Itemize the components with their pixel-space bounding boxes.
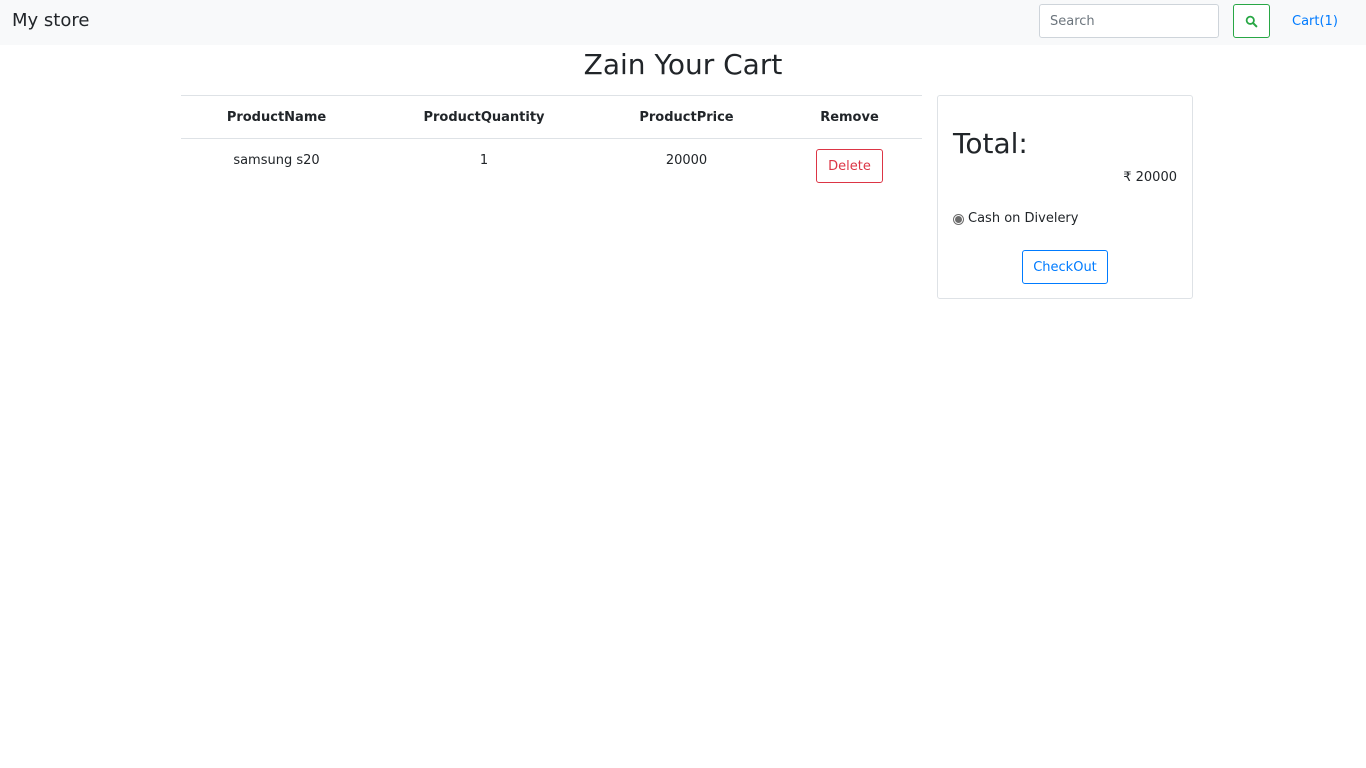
table-row: samsung s20 1 20000 Delete — [181, 139, 922, 195]
brand-link[interactable]: My store — [12, 10, 89, 32]
radio-selected-dot — [955, 215, 962, 223]
payment-option-label: Cash on Divelery — [968, 211, 1079, 226]
cart-table: ProductName ProductQuantity ProductPrice… — [181, 95, 922, 195]
navbar: My store Cart(1) — [0, 0, 1366, 45]
search-input[interactable] — [1039, 4, 1219, 38]
product-name-cell: samsung s20 — [233, 153, 320, 168]
remove-cell: Delete — [777, 139, 922, 195]
page-title: Zain Your Cart — [583, 48, 783, 81]
header-remove: Remove — [777, 95, 922, 139]
order-summary-card: Total: ₹ 20000 Cash on Divelery CheckOut — [937, 95, 1193, 299]
table-header-row: ProductName ProductQuantity ProductPrice… — [181, 95, 922, 139]
total-amount: ₹ 20000 — [1123, 170, 1177, 185]
header-product-name: ProductName — [181, 95, 372, 139]
header-product-quantity: ProductQuantity — [372, 95, 596, 139]
search-button[interactable] — [1233, 4, 1270, 38]
total-label: Total: — [953, 127, 1028, 160]
header-product-price: ProductPrice — [596, 95, 777, 139]
product-quantity-cell: 1 — [479, 153, 489, 168]
product-price-cell: 20000 — [665, 153, 708, 168]
search-icon — [1245, 15, 1258, 27]
payment-radio[interactable] — [953, 213, 964, 225]
payment-option-cod[interactable]: Cash on Divelery — [953, 210, 1078, 228]
checkout-button[interactable]: CheckOut — [1022, 250, 1108, 284]
cart-link[interactable]: Cart(1) — [1292, 13, 1338, 31]
delete-button[interactable]: Delete — [816, 149, 883, 183]
